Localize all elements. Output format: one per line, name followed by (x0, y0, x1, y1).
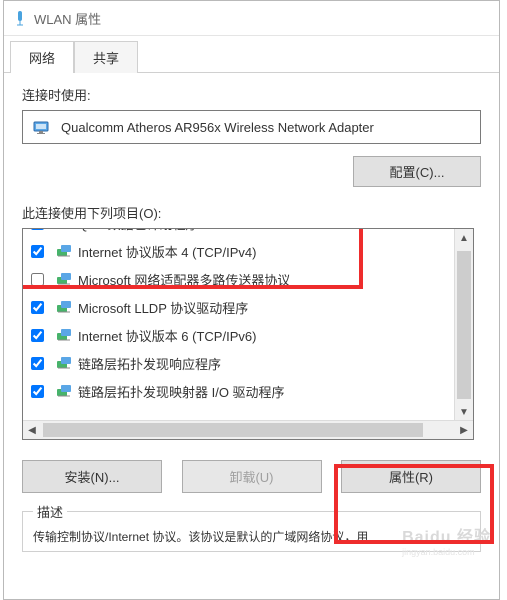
item-checkbox[interactable] (31, 273, 44, 286)
list-item[interactable]: Internet 协议版本 6 (TCP/IPv6) (27, 321, 455, 349)
protocol-icon (56, 243, 72, 259)
protocol-icon (56, 383, 72, 399)
items-listbox[interactable]: QoS 数据包计划程序 Internet 协议版本 4 (TCP/IPv4) Mic… (22, 228, 474, 440)
protocol-icon (56, 355, 72, 371)
scroll-left-arrow[interactable]: ◀ (23, 421, 41, 439)
protocol-icon (56, 327, 72, 343)
tab-network[interactable]: 网络 (10, 41, 74, 73)
properties-button[interactable]: 属性(R) (341, 460, 481, 493)
items-label: 此连接使用下列项目(O): (22, 203, 481, 222)
list-item[interactable]: 链路层拓扑发现映射器 I/O 驱动程序 (27, 377, 455, 405)
scroll-up-arrow[interactable]: ▲ (455, 229, 473, 247)
item-label: Microsoft LLDP 协议驱动程序 (78, 298, 248, 317)
scrollbar-horizontal[interactable]: ◀ ▶ (23, 420, 473, 439)
wifi-icon (12, 10, 28, 26)
item-checkbox[interactable] (31, 301, 44, 314)
list-item[interactable]: Internet 协议版本 4 (TCP/IPv4) (27, 237, 455, 265)
adapter-icon (33, 119, 53, 135)
list-item[interactable]: 链路层拓扑发现响应程序 (27, 349, 455, 377)
list-item[interactable]: Microsoft 网络适配器多路传送器协议 (27, 265, 455, 293)
description-legend: 描述 (33, 502, 67, 521)
item-checkbox[interactable] (31, 245, 44, 258)
configure-button[interactable]: 配置(C)... (353, 156, 481, 187)
item-label: Internet 协议版本 6 (TCP/IPv6) (78, 326, 256, 345)
item-label: 链路层拓扑发现映射器 I/O 驱动程序 (78, 382, 285, 401)
tab-content: 连接时使用: Qualcomm Atheros AR956x Wireless … (4, 73, 499, 552)
tab-sharing[interactable]: 共享 (74, 41, 138, 73)
description-group: 描述 传输控制协议/Internet 协议。该协议是默认的广域网络协议，用 (22, 511, 481, 552)
item-checkbox[interactable] (31, 357, 44, 370)
wlan-properties-window: WLAN 属性 网络 共享 连接时使用: Qualcomm Atheros AR… (3, 0, 500, 600)
action-row: 安装(N)... 卸载(U) 属性(R) (22, 460, 481, 493)
scroll-h-thumb[interactable] (43, 423, 423, 437)
item-checkbox[interactable] (31, 228, 44, 230)
item-checkbox[interactable] (31, 385, 44, 398)
uninstall-button: 卸载(U) (182, 460, 322, 493)
scroll-v-thumb[interactable] (457, 251, 471, 399)
item-label: 链路层拓扑发现响应程序 (78, 354, 221, 373)
protocol-icon (56, 228, 72, 231)
protocol-icon (56, 299, 72, 315)
item-checkbox[interactable] (31, 329, 44, 342)
tabs: 网络 共享 (4, 40, 499, 73)
titlebar: WLAN 属性 (4, 1, 499, 36)
scrollbar-vertical[interactable]: ▲ ▼ (454, 229, 473, 421)
list-item[interactable]: QoS 数据包计划程序 (27, 228, 455, 237)
item-label: Microsoft 网络适配器多路传送器协议 (78, 270, 290, 289)
item-label: Internet 协议版本 4 (TCP/IPv4) (78, 242, 256, 261)
adapter-name: Qualcomm Atheros AR956x Wireless Network… (61, 120, 374, 135)
list-item[interactable]: Microsoft LLDP 协议驱动程序 (27, 293, 455, 321)
item-label: QoS 数据包计划程序 (78, 228, 199, 233)
adapter-box[interactable]: Qualcomm Atheros AR956x Wireless Network… (22, 110, 481, 144)
window-title: WLAN 属性 (34, 9, 101, 28)
description-text: 传输控制协议/Internet 协议。该协议是默认的广域网络协议，用 (33, 528, 470, 545)
install-button[interactable]: 安装(N)... (22, 460, 162, 493)
scroll-down-arrow[interactable]: ▼ (455, 403, 473, 421)
scroll-right-arrow[interactable]: ▶ (455, 421, 473, 439)
connect-using-label: 连接时使用: (22, 85, 481, 104)
protocol-icon (56, 271, 72, 287)
